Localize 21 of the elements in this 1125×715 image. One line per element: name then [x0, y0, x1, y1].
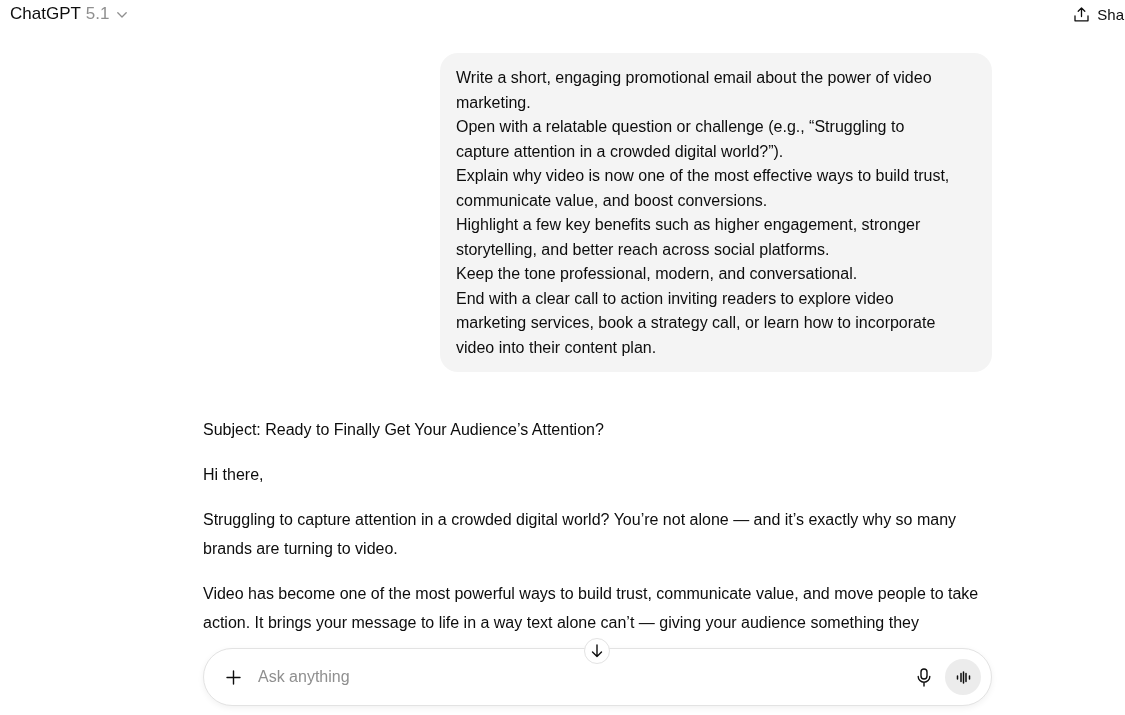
response-paragraph: Hi there, [203, 465, 265, 485]
voice-mode-button[interactable] [945, 659, 981, 695]
message-input[interactable]: Ask anything [258, 665, 913, 689]
share-icon [1074, 6, 1090, 22]
prompt-line: End with a clear call to action inviting readers to explore video marketing services, book a strategy call, or learn how to incorporate video into their content plan. [456, 288, 937, 358]
message-composer[interactable]: Ask anything [203, 648, 992, 706]
prompt-line: Open with a relatable question or challenge (e.g., “Struggling to capture attention in a crowded digital world?”). [456, 117, 906, 162]
model-selector[interactable]: ChatGPT 5.1 [10, 0, 127, 28]
share-button[interactable]: Sha [1074, 0, 1125, 28]
response-paragraph: Video has become one of the most powerful ways to build trust, communicate value, and move people to take action. It brings your message to life in a way text alone can’t — giving your audience something they [203, 584, 980, 633]
prompt-line: Highlight a few key benefits such as higher engagement, stronger storytelling, and better reach across social platforms. [456, 215, 922, 260]
response-paragraph: Struggling to capture attention in a crowded digital world? You’re not alone — and it’s exactly why so many brands are turning to video. [203, 510, 958, 559]
response-paragraph: Subject: Ready to Finally Get Your Audience’s Attention? [203, 420, 605, 440]
chevron-down-icon [116, 12, 127, 18]
prompt-line: Keep the tone professional, modern, and conversational. [456, 264, 859, 284]
microphone-icon [917, 667, 931, 687]
arrow-down-icon [591, 644, 603, 658]
prompt-line: Write a short, engaging promotional email about the power of video marketing. [456, 68, 933, 113]
waveform-icon [955, 670, 971, 684]
plus-icon [225, 669, 241, 685]
prompt-line: Explain why video is now one of the most effective ways to build trust, communicate value, and boost conversions. [456, 166, 951, 211]
